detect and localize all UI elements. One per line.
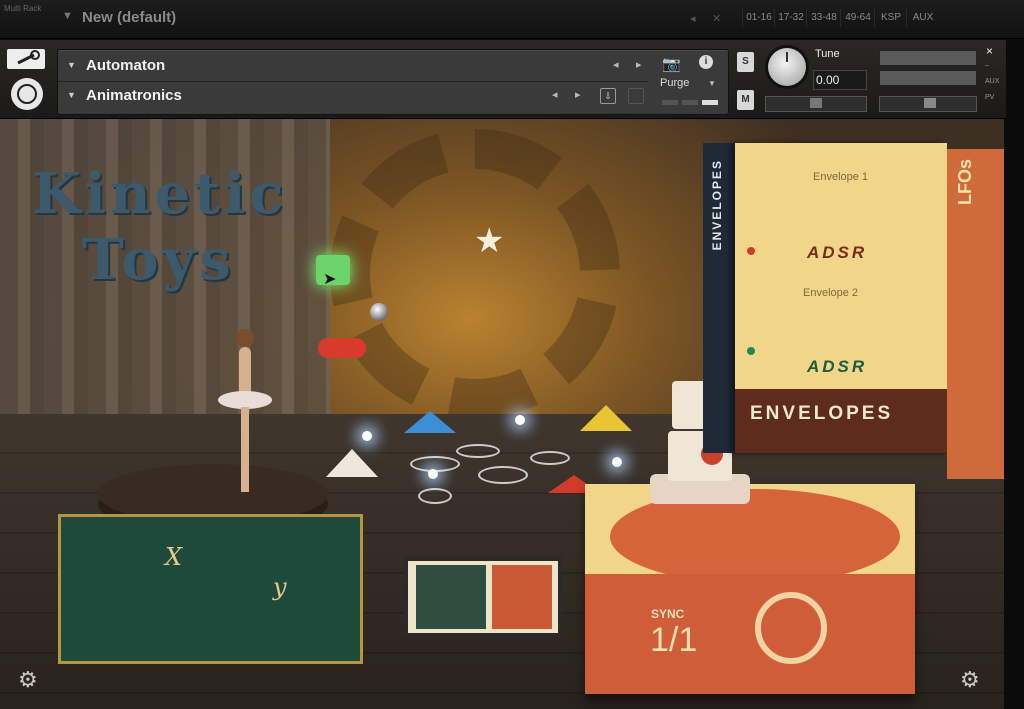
xy-music-box[interactable]: X y [58, 514, 363, 664]
pv-button[interactable]: PV [985, 94, 994, 101]
snapshot-save-icon[interactable]: ⇩ [600, 88, 616, 104]
aux-button[interactable]: AUX [985, 78, 999, 85]
sync-dial[interactable] [755, 592, 827, 664]
paper-crane-white[interactable] [326, 449, 378, 477]
lfo-label: LFOs [955, 159, 975, 206]
close-instrument-button[interactable]: × [986, 44, 993, 58]
pan-slider[interactable] [765, 96, 867, 112]
sync-label: SYNC [651, 607, 685, 621]
volume-slider[interactable] [879, 96, 977, 112]
rack-close-icon[interactable]: ✕ [712, 12, 721, 25]
sequencer-step[interactable] [418, 488, 452, 504]
purge-dropdown-arrow[interactable]: ▼ [708, 79, 716, 88]
envelope-2-adsr[interactable]: ADSR [807, 357, 867, 377]
purge-memory-meter [662, 100, 720, 106]
rack-tab-aux[interactable]: AUX [906, 9, 939, 27]
solo-button[interactable]: S [737, 52, 754, 72]
output-meter-right [879, 70, 977, 86]
tune-value[interactable]: 0.00 [813, 70, 867, 90]
instrument-name[interactable]: Automaton [86, 57, 165, 74]
rack-tab-17-32[interactable]: 17-32 [774, 9, 807, 27]
paper-crane-blue[interactable] [404, 411, 456, 433]
rack-tab-33-48[interactable]: 33-48 [806, 9, 841, 27]
rack-prev-icon[interactable]: ◂ [690, 12, 696, 25]
sequencer-step[interactable] [410, 456, 460, 472]
mouse-cursor-icon: ➤ [323, 271, 337, 288]
multi-rack-label: Multi Rack [4, 4, 42, 13]
kontakt-logo-icon [17, 84, 37, 104]
tune-knob[interactable] [768, 48, 806, 86]
rack-tab-49-64[interactable]: 49-64 [840, 9, 875, 27]
minimize-button[interactable]: – [985, 62, 989, 69]
mute-button[interactable]: M [737, 90, 754, 110]
paper-crane-yellow[interactable] [580, 405, 632, 431]
ballerina-toy[interactable] [218, 329, 272, 494]
rack-preset-name[interactable]: New (default) [82, 9, 176, 26]
ball-toy[interactable] [370, 303, 388, 321]
rack-preset-dropdown-arrow[interactable]: ▼ [62, 10, 73, 22]
instrument-row: ▼ Automaton ◂ ▸ [58, 51, 648, 82]
instrument-scene: Kinetic Toys ➤ ★ X y SYNC 1/1 ENVELOPES [0, 119, 1004, 709]
camera-icon[interactable]: 📷 [662, 55, 681, 73]
envelopes-footer-label: ENVELOPES [750, 403, 894, 424]
slider-panel-green[interactable] [416, 565, 486, 629]
wrench-button[interactable] [7, 49, 45, 69]
info-icon[interactable]: i [699, 55, 713, 69]
title-line-1: Kinetic [32, 161, 288, 227]
instrument-name-panel: ▼ Automaton ◂ ▸ ▼ Animatronics ◂ ▸ ⇩ 📷 i… [57, 49, 729, 115]
instrument-dropdown-arrow[interactable]: ▼ [67, 60, 76, 70]
x-axis-label: X [165, 543, 183, 571]
multi-rack-bar: Multi Rack ▼ New (default) ◂ ✕ 01-16 17-… [0, 0, 1024, 39]
snapshot-prev-arrow[interactable]: ◂ [552, 88, 558, 101]
kontakt-logo-button[interactable] [11, 78, 43, 110]
star-toy[interactable]: ★ [474, 221, 504, 261]
gear-icon[interactable]: ⚙ [18, 667, 38, 693]
y-axis-label: y [273, 573, 287, 601]
output-meter-left [879, 50, 977, 66]
snapshot-next-arrow[interactable]: ▸ [575, 88, 581, 101]
sequencer-step[interactable] [530, 451, 570, 465]
snapshot-dropdown-arrow[interactable]: ▼ [67, 90, 76, 100]
title-line-2: Toys [82, 227, 235, 293]
gear-shadow [330, 129, 620, 419]
sequencer-glow [612, 457, 622, 467]
envelope-2-label: Envelope 2 [803, 287, 859, 299]
instrument-prev-arrow[interactable]: ◂ [613, 58, 619, 71]
wrench-icon [17, 50, 40, 65]
rocket-toy[interactable] [318, 338, 366, 358]
sequencer-glow [362, 431, 372, 441]
sequencer-step[interactable] [456, 444, 500, 458]
purge-button[interactable]: Purge [660, 77, 689, 89]
slider-panel-red[interactable] [492, 565, 552, 629]
instrument-next-arrow[interactable]: ▸ [636, 58, 642, 71]
snapshot-name[interactable]: Animatronics [86, 87, 182, 104]
snapshot-row: ▼ Animatronics ◂ ▸ ⇩ [58, 81, 648, 111]
envelopes-side-label: ENVELOPES [710, 159, 724, 251]
sequencer-step[interactable] [478, 466, 528, 484]
envelope-1-adsr[interactable]: ADSR [807, 243, 867, 263]
sync-box-front [585, 574, 915, 694]
envelope-1-label: Envelope 1 [813, 171, 869, 183]
sync-value[interactable]: 1/1 [650, 621, 697, 660]
snapshot-delete-icon[interactable] [628, 88, 644, 104]
rack-tab-01-16[interactable]: 01-16 [742, 9, 775, 27]
tune-label: Tune [815, 48, 840, 60]
sequencer-glow [515, 415, 525, 425]
slider-mat[interactable] [404, 557, 562, 637]
rack-tab-ksp[interactable]: KSP [874, 9, 907, 27]
gear-icon[interactable]: ⚙ [960, 667, 980, 693]
